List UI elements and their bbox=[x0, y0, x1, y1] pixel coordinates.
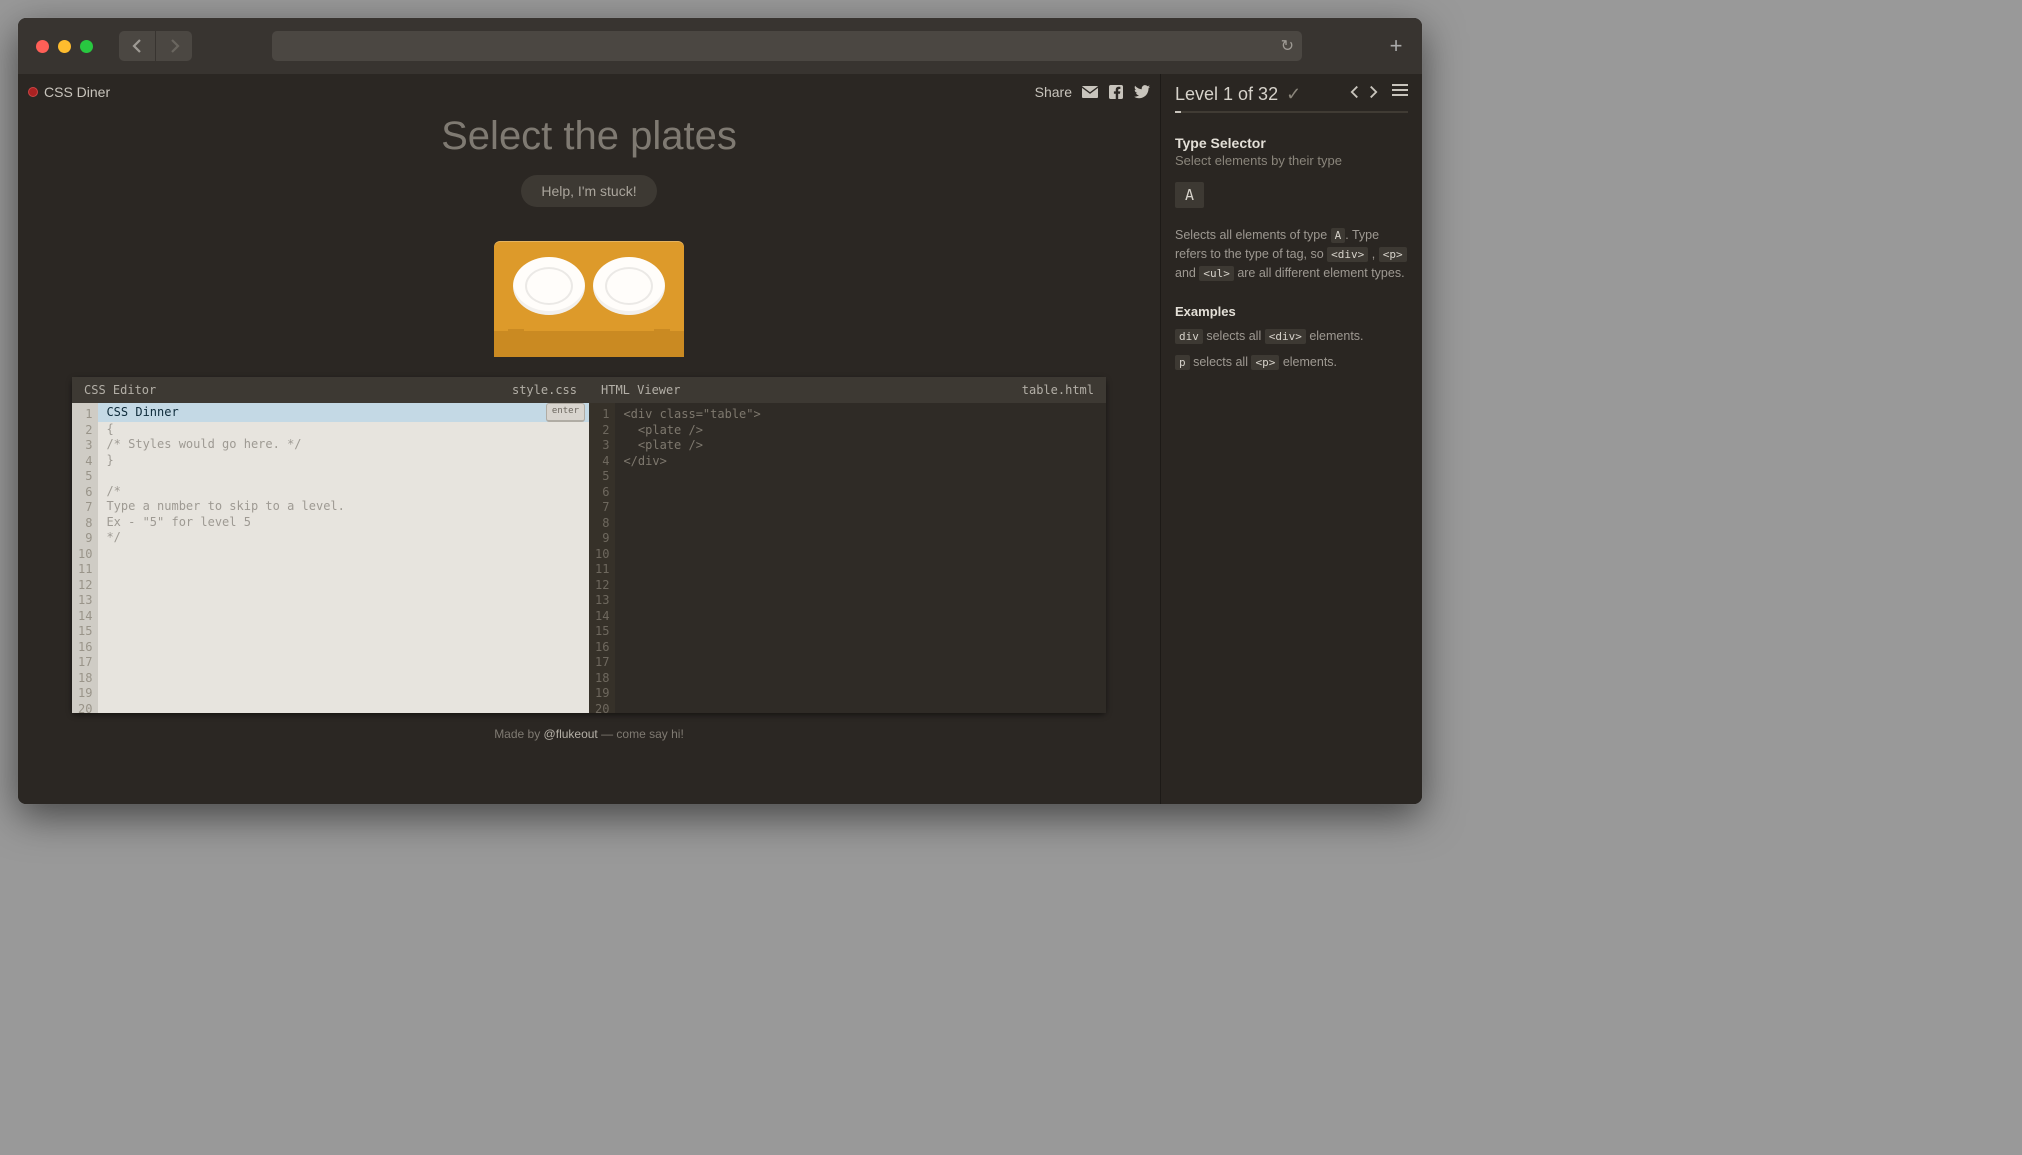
html-viewer-header: HTML Viewer table.html bbox=[589, 377, 1106, 403]
help-button[interactable]: Help, I'm stuck! bbox=[521, 175, 656, 207]
new-tab-button[interactable]: + bbox=[1382, 33, 1410, 59]
app-header: CSS Diner Share bbox=[18, 74, 1160, 110]
css-editor-pane: CSS Editor style.css 1 2 3 4 5 6 7 8 9 1… bbox=[72, 377, 589, 713]
help-sidebar: Level 1 of 32 ✓ Type Selector Select ele… bbox=[1160, 74, 1422, 804]
css-hint-code: { /* Styles would go here. */ } /* Type … bbox=[106, 422, 581, 546]
chevron-right-icon bbox=[169, 38, 180, 54]
level-indicator: Level 1 of 32 bbox=[1175, 84, 1278, 105]
address-bar[interactable]: ↻ bbox=[272, 31, 1302, 61]
css-code-lines[interactable]: enter { /* Styles would go here. */ } /*… bbox=[98, 403, 589, 713]
examples-header: Examples bbox=[1175, 304, 1408, 319]
table-leg bbox=[654, 329, 670, 345]
plate[interactable] bbox=[513, 257, 585, 315]
chevron-left-icon bbox=[132, 38, 143, 54]
table-top bbox=[494, 241, 684, 331]
html-viewer-title: HTML Viewer bbox=[601, 383, 680, 397]
css-code-area: 1 2 3 4 5 6 7 8 9 10 11 12 13 14 15 16 1… bbox=[72, 403, 589, 713]
progress-fill bbox=[1175, 111, 1181, 113]
css-selector-input[interactable] bbox=[106, 404, 545, 420]
html-code-area: 1 2 3 4 5 6 7 8 9 10 11 12 13 14 15 16 1… bbox=[589, 403, 1106, 713]
brand-title: CSS Diner bbox=[44, 84, 110, 100]
share-label: Share bbox=[1035, 84, 1072, 100]
prev-level-button[interactable] bbox=[1350, 84, 1360, 105]
html-code-lines: <div class="table"> <plate /> <plate /> … bbox=[615, 403, 1106, 713]
brand: CSS Diner bbox=[28, 84, 110, 100]
table-edge bbox=[494, 331, 684, 357]
menu-button[interactable] bbox=[1392, 84, 1408, 105]
back-button[interactable] bbox=[119, 31, 155, 61]
share-group: Share bbox=[1035, 84, 1150, 100]
check-icon: ✓ bbox=[1286, 84, 1301, 105]
html-markup-display: <div class="table"> <plate /> <plate /> … bbox=[623, 407, 1098, 469]
instruction-text: Select the plates bbox=[18, 114, 1160, 159]
css-line-numbers: 1 2 3 4 5 6 7 8 9 10 11 12 13 14 15 16 1… bbox=[72, 403, 98, 713]
browser-titlebar: ↻ + bbox=[18, 18, 1422, 74]
brand-logo-icon bbox=[28, 87, 38, 97]
next-level-button[interactable] bbox=[1368, 84, 1378, 105]
css-input-row: enter bbox=[98, 403, 589, 422]
reload-button[interactable]: ↻ bbox=[1281, 36, 1294, 56]
facebook-icon[interactable] bbox=[1108, 85, 1124, 99]
html-viewer-pane: HTML Viewer table.html 1 2 3 4 5 6 7 8 9… bbox=[589, 377, 1106, 713]
css-editor-title: CSS Editor bbox=[84, 383, 156, 397]
forward-button[interactable] bbox=[156, 31, 192, 61]
progress-bar bbox=[1175, 111, 1408, 113]
minimize-window-button[interactable] bbox=[58, 40, 71, 53]
hero: Select the plates Help, I'm stuck! bbox=[18, 110, 1160, 225]
enter-button[interactable]: enter bbox=[546, 403, 585, 422]
footer-author-link[interactable]: @flukeout bbox=[544, 727, 598, 741]
maximize-window-button[interactable] bbox=[80, 40, 93, 53]
app-content: CSS Diner Share Select the plates Help, … bbox=[18, 74, 1422, 804]
browser-window: ↻ + CSS Diner Share Select the plates He… bbox=[18, 18, 1422, 804]
plate[interactable] bbox=[593, 257, 665, 315]
table-leg bbox=[508, 329, 524, 345]
css-editor-header: CSS Editor style.css bbox=[72, 377, 589, 403]
syntax-display: A bbox=[1175, 182, 1204, 208]
css-editor-filename: style.css bbox=[512, 383, 577, 397]
html-viewer-filename: table.html bbox=[1022, 383, 1094, 397]
example-1: div selects all <div> elements. bbox=[1175, 329, 1408, 343]
example-2: p selects all <p> elements. bbox=[1175, 355, 1408, 369]
game-area bbox=[18, 225, 1160, 377]
browser-nav-buttons bbox=[119, 31, 192, 61]
selector-name: Type Selector bbox=[1175, 135, 1408, 151]
window-controls bbox=[36, 40, 93, 53]
hint-text: Selects all elements of type A. Type ref… bbox=[1175, 226, 1408, 282]
mail-icon[interactable] bbox=[1082, 85, 1098, 99]
twitter-icon[interactable] bbox=[1134, 85, 1150, 99]
footer: Made by @flukeout — come say hi! bbox=[18, 713, 1160, 755]
level-nav bbox=[1350, 84, 1408, 105]
html-line-numbers: 1 2 3 4 5 6 7 8 9 10 11 12 13 14 15 16 1… bbox=[589, 403, 615, 713]
diner-table bbox=[494, 241, 684, 357]
close-window-button[interactable] bbox=[36, 40, 49, 53]
footer-prefix: Made by bbox=[494, 727, 543, 741]
main-area: CSS Diner Share Select the plates Help, … bbox=[18, 74, 1160, 804]
level-header: Level 1 of 32 ✓ bbox=[1175, 84, 1408, 105]
selector-subtitle: Select elements by their type bbox=[1175, 153, 1408, 168]
footer-suffix: — come say hi! bbox=[598, 727, 684, 741]
editor-panels: CSS Editor style.css 1 2 3 4 5 6 7 8 9 1… bbox=[72, 377, 1106, 713]
